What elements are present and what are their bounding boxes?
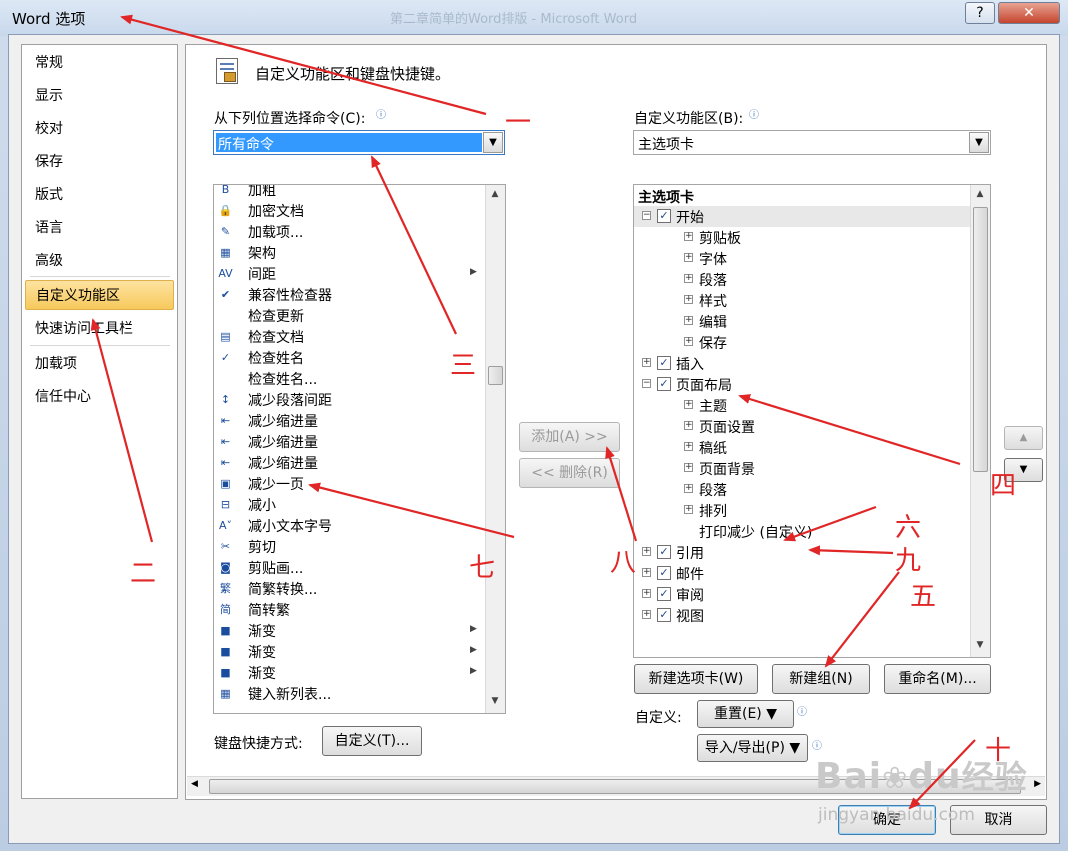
arrow-three [371, 155, 457, 335]
annotation-two: 二 [130, 559, 157, 589]
arrow-nine [808, 545, 894, 556]
arrow-seven [308, 482, 515, 539]
annotation-nine: 九 [895, 546, 922, 576]
arrow-eight [605, 446, 638, 542]
annotation-five: 五 [910, 582, 937, 612]
annotation-ten: 十 [985, 736, 1012, 766]
annotation-one: 一 [505, 108, 532, 138]
arrow-ten [908, 739, 976, 810]
annotation-three: 三 [450, 351, 477, 381]
arrow-six [783, 505, 877, 542]
arrow-one [120, 14, 487, 116]
arrow-five [824, 571, 900, 668]
arrow-four [738, 394, 961, 466]
annotation-arrows [90, 14, 976, 810]
annotation-six: 六 [895, 513, 922, 543]
annotation-four: 四 [990, 471, 1017, 501]
annotation-seven: 七 [469, 553, 496, 583]
annotation-eight: 八 [610, 548, 637, 578]
arrow-two [90, 318, 154, 543]
